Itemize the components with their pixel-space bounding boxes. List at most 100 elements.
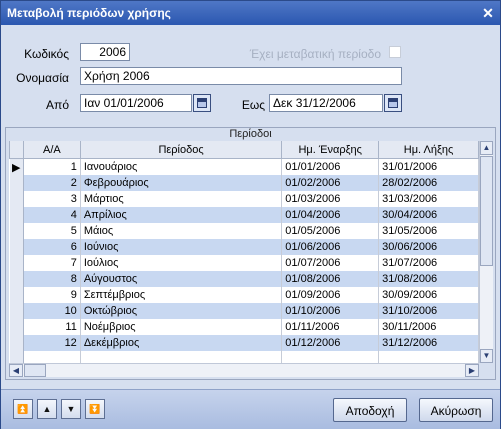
nav-first-icon[interactable]: ⏫ bbox=[13, 399, 33, 419]
name-input[interactable] bbox=[80, 67, 402, 85]
row-number-cell[interactable]: 1 bbox=[23, 158, 81, 175]
close-button[interactable]: ✕ bbox=[480, 5, 496, 21]
end-date-cell[interactable]: 31/10/2006 bbox=[378, 303, 479, 319]
column-header-start-date[interactable]: Ημ. Έναρξης bbox=[281, 141, 380, 159]
period-name-cell[interactable]: Αύγουστος bbox=[80, 271, 283, 287]
end-date-cell[interactable]: 30/04/2006 bbox=[378, 207, 479, 223]
row-indicator[interactable] bbox=[9, 191, 24, 207]
row-indicator[interactable] bbox=[9, 239, 24, 255]
scroll-left-icon[interactable]: ◀ bbox=[9, 364, 23, 377]
table-row[interactable]: 5 Μάιος 01/05/2006 31/05/2006 bbox=[9, 223, 479, 239]
column-header-period[interactable]: Περίοδος bbox=[79, 141, 283, 159]
row-number-cell[interactable]: 11 bbox=[23, 319, 81, 335]
start-date-cell[interactable]: 01/04/2006 bbox=[281, 207, 380, 223]
scroll-down-icon[interactable]: ▼ bbox=[480, 349, 493, 363]
nav-up-icon[interactable]: ▲ bbox=[37, 399, 57, 419]
start-date-cell[interactable]: 01/03/2006 bbox=[281, 191, 380, 207]
table-row[interactable]: 4 Απρίλιος 01/04/2006 30/04/2006 bbox=[9, 207, 479, 223]
end-date-cell[interactable]: 31/01/2006 bbox=[378, 158, 479, 175]
period-name-cell[interactable]: Ιανουάριος bbox=[80, 158, 283, 175]
period-name-cell[interactable]: Μάρτιος bbox=[80, 191, 283, 207]
nav-last-icon[interactable]: ⏬ bbox=[85, 399, 105, 419]
end-date-cell[interactable]: 31/12/2006 bbox=[378, 335, 479, 351]
end-date-cell[interactable]: 28/02/2006 bbox=[378, 175, 479, 191]
start-date-cell[interactable]: 01/10/2006 bbox=[281, 303, 380, 319]
start-date-cell[interactable]: 01/09/2006 bbox=[281, 287, 380, 303]
row-indicator[interactable]: ▶ bbox=[9, 158, 24, 175]
row-number-cell[interactable]: 6 bbox=[23, 239, 81, 255]
row-indicator[interactable] bbox=[9, 175, 24, 191]
vertical-scroll-thumb[interactable] bbox=[480, 156, 493, 266]
period-name-cell[interactable]: Ιούλιος bbox=[80, 255, 283, 271]
row-number-cell[interactable]: 9 bbox=[23, 287, 81, 303]
table-row[interactable]: 2 Φεβρουάριος 01/02/2006 28/02/2006 bbox=[9, 175, 479, 191]
start-date-cell[interactable]: 01/12/2006 bbox=[281, 335, 380, 351]
horizontal-scrollbar[interactable]: ◀ ▶ bbox=[9, 363, 479, 377]
start-date-cell[interactable]: 01/11/2006 bbox=[281, 319, 380, 335]
table-row[interactable]: ▶ 1 Ιανουάριος 01/01/2006 31/01/2006 bbox=[9, 158, 479, 175]
scroll-up-icon[interactable]: ▲ bbox=[480, 141, 493, 155]
row-indicator[interactable] bbox=[9, 287, 24, 303]
row-number-cell[interactable]: 3 bbox=[23, 191, 81, 207]
table-row[interactable]: 9 Σεπτέμβριος 01/09/2006 30/09/2006 bbox=[9, 287, 479, 303]
row-indicator[interactable] bbox=[9, 255, 24, 271]
accept-button[interactable]: Αποδοχή bbox=[333, 398, 407, 422]
period-name-cell[interactable]: Φεβρουάριος bbox=[80, 175, 283, 191]
row-indicator[interactable] bbox=[9, 319, 24, 335]
horizontal-scroll-thumb[interactable] bbox=[24, 364, 46, 377]
column-header-end-date[interactable]: Ημ. Λήξης bbox=[378, 141, 479, 159]
title-bar[interactable]: Μεταβολή περιόδων χρήσης ✕ bbox=[1, 1, 500, 25]
start-date-cell[interactable]: 01/06/2006 bbox=[281, 239, 380, 255]
row-indicator[interactable] bbox=[9, 271, 24, 287]
row-indicator[interactable] bbox=[9, 303, 24, 319]
end-date-cell[interactable]: 31/05/2006 bbox=[378, 223, 479, 239]
cancel-button[interactable]: Ακύρωση bbox=[419, 398, 493, 422]
end-date-cell[interactable]: 31/07/2006 bbox=[378, 255, 479, 271]
period-name-cell[interactable]: Ιούνιος bbox=[80, 239, 283, 255]
row-number-cell[interactable]: 7 bbox=[23, 255, 81, 271]
periods-grid[interactable]: Α/Α Περίοδος Ημ. Έναρξης Ημ. Λήξης ▶ 1 Ιαν… bbox=[9, 141, 479, 363]
period-name-cell[interactable]: Σεπτέμβριος bbox=[80, 287, 283, 303]
row-indicator[interactable] bbox=[9, 207, 24, 223]
period-name-cell[interactable]: Νοέμβριος bbox=[80, 319, 283, 335]
period-name-cell[interactable]: Απρίλιος bbox=[80, 207, 283, 223]
row-number-cell[interactable]: 12 bbox=[23, 335, 81, 351]
row-number-cell[interactable]: 4 bbox=[23, 207, 81, 223]
table-row[interactable]: 11 Νοέμβριος 01/11/2006 30/11/2006 bbox=[9, 319, 479, 335]
vertical-scrollbar[interactable]: ▲ ▼ bbox=[479, 141, 493, 363]
table-row[interactable]: 12 Δεκέμβριος 01/12/2006 31/12/2006 bbox=[9, 335, 479, 351]
end-date-cell[interactable]: 30/06/2006 bbox=[378, 239, 479, 255]
to-date-input[interactable] bbox=[269, 94, 383, 112]
start-date-cell[interactable]: 01/07/2006 bbox=[281, 255, 380, 271]
code-input[interactable] bbox=[80, 43, 130, 61]
period-name-cell[interactable]: Μάιος bbox=[80, 223, 283, 239]
end-date-cell[interactable]: 31/08/2006 bbox=[378, 271, 479, 287]
from-date-calendar-icon[interactable] bbox=[193, 94, 211, 112]
period-name-cell[interactable]: Δεκέμβριος bbox=[80, 335, 283, 351]
end-date-cell[interactable]: 30/11/2006 bbox=[378, 319, 479, 335]
row-number-cell[interactable]: 8 bbox=[23, 271, 81, 287]
empty-row[interactable] bbox=[9, 351, 479, 363]
table-row[interactable]: 8 Αύγουστος 01/08/2006 31/08/2006 bbox=[9, 271, 479, 287]
scroll-right-icon[interactable]: ▶ bbox=[465, 364, 479, 377]
start-date-cell[interactable]: 01/02/2006 bbox=[281, 175, 380, 191]
start-date-cell[interactable]: 01/01/2006 bbox=[281, 158, 380, 175]
table-row[interactable]: 6 Ιούνιος 01/06/2006 30/06/2006 bbox=[9, 239, 479, 255]
row-number-cell[interactable]: 5 bbox=[23, 223, 81, 239]
start-date-cell[interactable]: 01/05/2006 bbox=[281, 223, 380, 239]
end-date-cell[interactable]: 30/09/2006 bbox=[378, 287, 479, 303]
from-date-input[interactable] bbox=[80, 94, 192, 112]
column-header-aa[interactable]: Α/Α bbox=[22, 141, 81, 159]
period-name-cell[interactable]: Οκτώβριος bbox=[80, 303, 283, 319]
end-date-cell[interactable]: 31/03/2006 bbox=[378, 191, 479, 207]
to-date-calendar-icon[interactable] bbox=[384, 94, 402, 112]
row-number-cell[interactable]: 2 bbox=[23, 175, 81, 191]
table-row[interactable]: 7 Ιούλιος 01/07/2006 31/07/2006 bbox=[9, 255, 479, 271]
row-indicator[interactable] bbox=[9, 223, 24, 239]
row-number-cell[interactable]: 10 bbox=[23, 303, 81, 319]
table-row[interactable]: 3 Μάρτιος 01/03/2006 31/03/2006 bbox=[9, 191, 479, 207]
start-date-cell[interactable]: 01/08/2006 bbox=[281, 271, 380, 287]
row-indicator[interactable] bbox=[9, 335, 24, 351]
nav-down-icon[interactable]: ▼ bbox=[61, 399, 81, 419]
table-row[interactable]: 10 Οκτώβριος 01/10/2006 31/10/2006 bbox=[9, 303, 479, 319]
